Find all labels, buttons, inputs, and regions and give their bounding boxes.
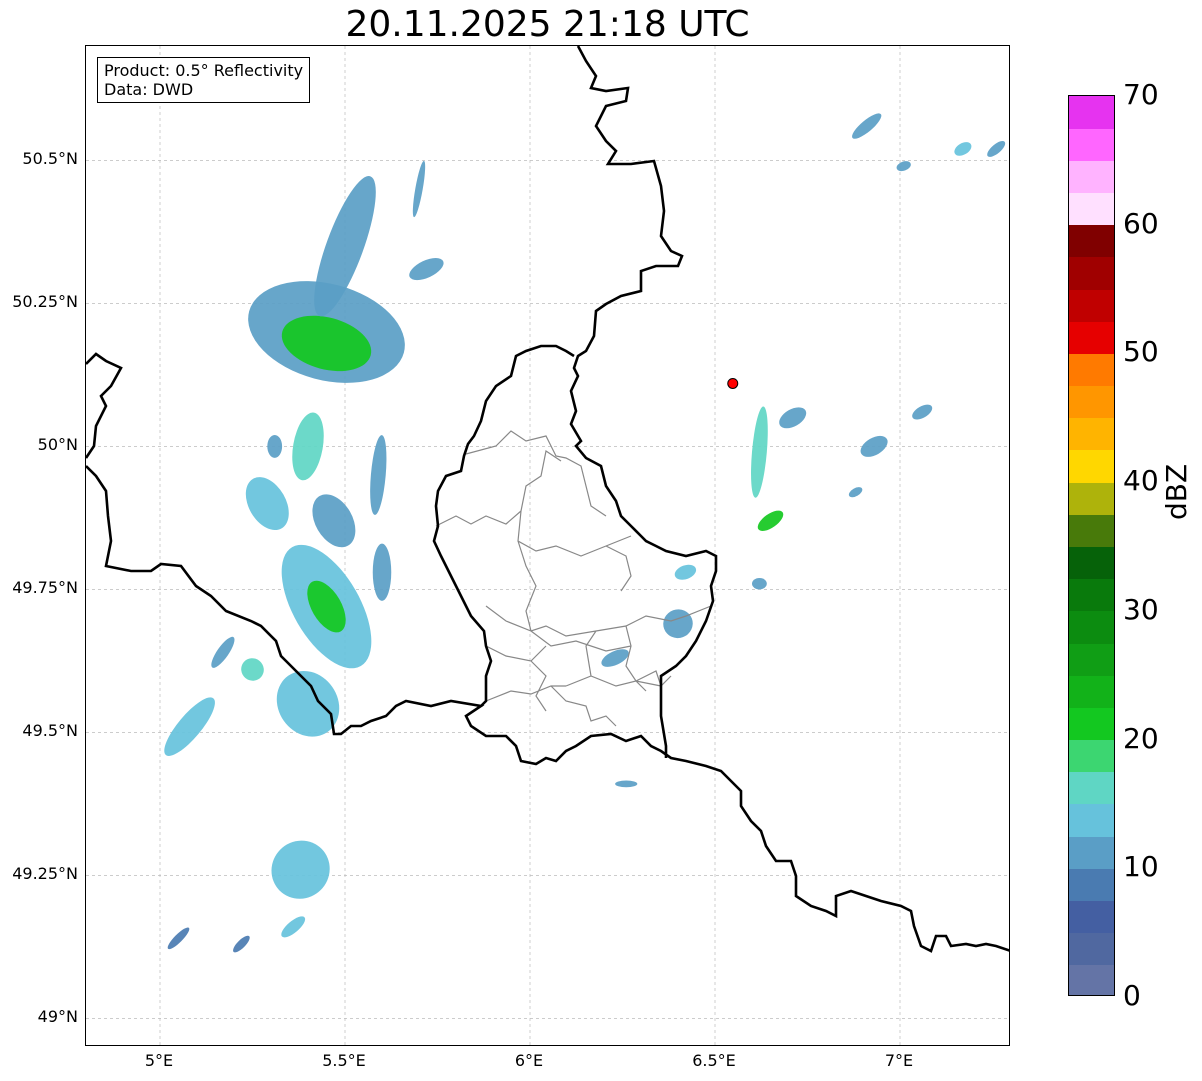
echo-cell	[752, 577, 767, 590]
radar-site	[727, 377, 739, 389]
colorbar-segment	[1069, 192, 1114, 226]
colorbar-segment	[1069, 707, 1114, 741]
colorbar-tick-label: 50	[1123, 335, 1159, 369]
radar-echoes	[164, 113, 1006, 953]
colorbar-segment	[1069, 514, 1114, 547]
border-luxembourg-west	[432, 344, 575, 707]
echo-cell	[312, 494, 356, 548]
radar-map[interactable]	[85, 45, 1010, 1046]
lat-tick-label: 49.75°N	[12, 578, 78, 598]
colorbar-segment	[1069, 482, 1114, 515]
colorbar-segment	[1069, 546, 1114, 580]
lat-tick-label: 50°N	[37, 435, 78, 455]
lat-tick-label: 50.25°N	[12, 292, 78, 312]
echo-cell	[211, 636, 235, 668]
echo-cell	[267, 434, 283, 458]
info-data: Data: DWD	[104, 80, 194, 99]
colorbar-segment	[1069, 771, 1114, 805]
colorbar-tick-label: 60	[1123, 206, 1159, 240]
echo-cell	[852, 113, 882, 139]
colorbar-segment	[1069, 868, 1114, 901]
echo-cell	[674, 564, 697, 580]
colorbar-tick-label: 30	[1123, 592, 1159, 626]
lat-tick-label: 49°N	[37, 1007, 78, 1027]
radar-site-marker	[727, 377, 739, 389]
echo-cell	[954, 142, 972, 156]
colorbar-segment	[1069, 643, 1114, 676]
echo-cell	[167, 927, 190, 950]
colorbar-segment	[1069, 385, 1114, 419]
info-product: Product: 0.5° Reflectivity	[104, 61, 304, 80]
border-netherlands-belgium	[86, 352, 123, 459]
echo-cell	[245, 477, 289, 531]
echo-cell	[281, 916, 306, 938]
info-box: Product: 0.5° Reflectivity Data: DWD	[97, 57, 311, 103]
lat-tick-label: 49.25°N	[12, 864, 78, 884]
echo-cell	[412, 160, 426, 218]
lon-tick-label: 6°E	[514, 1051, 544, 1070]
colorbar-segment	[1069, 256, 1114, 290]
graticule	[86, 46, 1009, 1045]
echo-cell	[912, 404, 933, 420]
echo-cell	[896, 161, 911, 172]
border-belgium-france	[86, 465, 1009, 953]
echo-cell	[241, 658, 264, 681]
canton-boundaries	[435, 430, 712, 727]
echo-cell	[848, 487, 863, 498]
lon-tick-label: 5°E	[144, 1051, 174, 1070]
echo-cell	[276, 670, 340, 737]
colorbar-segment	[1069, 900, 1114, 934]
colorbar-segment	[1069, 128, 1114, 161]
colorbar-segment	[1069, 96, 1114, 129]
colorbar-segment	[1069, 803, 1114, 837]
echo-cell	[615, 780, 638, 788]
echo-cell	[164, 697, 215, 756]
colorbar-tick-label: 40	[1123, 464, 1159, 498]
echo-cell	[409, 258, 444, 281]
echo-cell	[751, 406, 768, 498]
lon-tick-label: 5.5°E	[322, 1051, 366, 1070]
colorbar-segment	[1069, 160, 1114, 194]
lon-tick-label: 7°E	[884, 1051, 914, 1070]
colorbar-segment	[1069, 353, 1114, 387]
colorbar-segment	[1069, 321, 1114, 354]
echo-cell	[233, 935, 250, 953]
echo-cell	[372, 543, 392, 601]
border-germany-west	[569, 46, 718, 758]
echo-cell	[757, 510, 784, 531]
colorbar-segment	[1069, 578, 1114, 612]
colorbar-segment	[1069, 417, 1114, 451]
colorbar-segment	[1069, 964, 1114, 995]
echo-cell	[292, 412, 324, 481]
colorbar-segment	[1069, 739, 1114, 773]
echo-cell	[779, 407, 807, 429]
colorbar-tick-label: 10	[1123, 850, 1159, 884]
colorbar-segment	[1069, 224, 1114, 258]
echo-cell	[860, 435, 888, 457]
colorbar-tick-label: 70	[1123, 78, 1159, 111]
colorbar-segment	[1069, 932, 1114, 966]
lat-tick-label: 49.5°N	[22, 721, 78, 741]
colorbar-segment	[1069, 675, 1114, 708]
colorbar-tick-label: 0	[1123, 979, 1141, 1012]
colorbar-unit: dBZ	[1160, 463, 1193, 520]
colorbar-tick-label: 20	[1123, 721, 1159, 755]
colorbar-segment	[1069, 610, 1114, 644]
map-canvas	[86, 46, 1009, 1045]
borders	[86, 46, 1009, 953]
colorbar-segment	[1069, 836, 1114, 869]
colorbar-segment	[1069, 289, 1114, 322]
echo-cell	[663, 609, 693, 639]
echo-cell	[271, 840, 330, 899]
lat-tick-label: 50.5°N	[22, 149, 78, 169]
echo-cell	[987, 141, 1006, 157]
map-title: 20.11.2025 21:18 UTC	[345, 4, 750, 45]
lon-tick-label: 6.5°E	[692, 1051, 736, 1070]
colorbar-segment	[1069, 449, 1114, 483]
colorbar	[1068, 95, 1115, 996]
